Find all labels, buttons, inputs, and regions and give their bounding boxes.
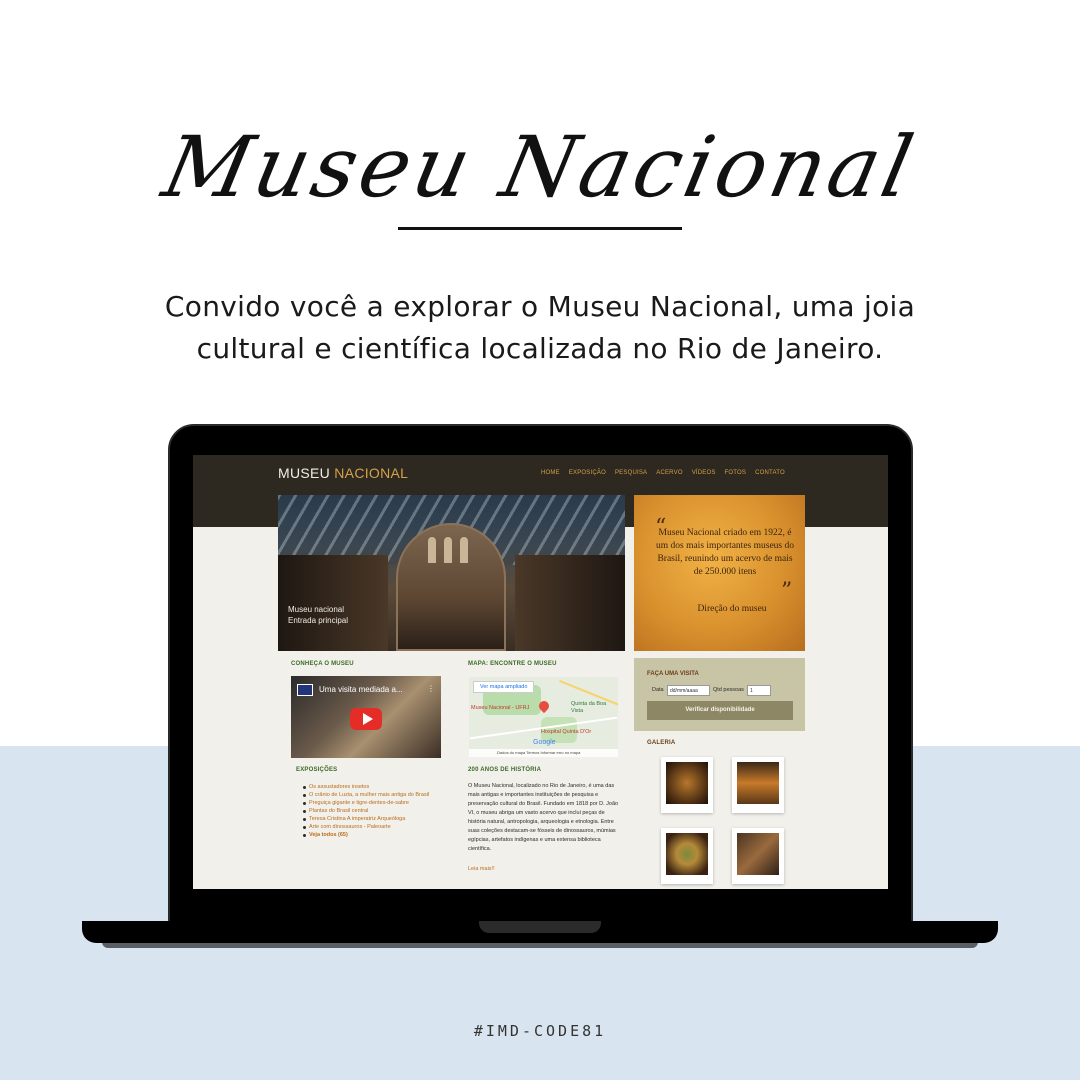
map-footer[interactable]: Dados do mapa Termos Informar erro no ma… <box>469 749 618 757</box>
google-logo: Google <box>533 739 556 746</box>
map-label-hospital: Hospital Quinta D'Or <box>541 729 592 735</box>
nav-videos[interactable]: VÍDEOS <box>692 470 716 476</box>
gallery-photo <box>737 762 779 804</box>
gallery-thumbnail[interactable] <box>661 828 713 884</box>
hero-window <box>428 537 436 563</box>
hero-caption-line2: Entrada principal <box>288 616 349 625</box>
site-logo[interactable]: MUSEU NACIONAL <box>278 465 408 481</box>
logo-main: MUSEU <box>278 465 331 481</box>
exhibition-link[interactable]: Os assustadores insetos <box>303 783 449 791</box>
logo-accent: NACIONAL <box>334 465 409 481</box>
play-icon <box>363 713 373 725</box>
title-underline <box>398 227 682 230</box>
hero-caption: Museu nacional Entrada principal <box>288 604 348 626</box>
section-title-exposicoes: EXPOSIÇÕES <box>296 767 338 773</box>
laptop-notch <box>479 921 601 933</box>
section-title-mapa: MAPA: ENCONTRE O MUSEU <box>468 661 557 667</box>
history-text: O Museu Nacional, localizado no Rio de J… <box>468 783 619 852</box>
hero-window <box>460 537 468 563</box>
exhibition-link[interactable]: Preguiça gigante e tigre-dentes-de-sabre <box>303 799 449 807</box>
visit-date-field[interactable]: dd/mm/aaaa <box>667 685 710 696</box>
intro-text: Convido você a explorar o Museu Nacional… <box>164 290 916 365</box>
visit-date-label: Data <box>652 687 664 693</box>
gallery-photo <box>666 833 708 875</box>
video-title[interactable]: Uma visita mediada a... <box>319 685 403 694</box>
page-title: Museu Nacional <box>155 118 925 216</box>
channel-icon <box>297 684 313 696</box>
hashtag: #IMD-CODE81 <box>473 1022 607 1040</box>
check-availability-button[interactable]: Verificar disponibilidade <box>647 701 793 720</box>
hero-window <box>444 537 452 563</box>
gallery-thumbnail[interactable] <box>661 757 713 813</box>
quote-box: “ Museu Nacional criado em 1922, é um do… <box>634 495 805 651</box>
gallery-photo <box>666 762 708 804</box>
map-label-quinta: Quinta da Boa Vista <box>571 701 607 714</box>
exhibition-link[interactable]: O crânio de Luzia, a mulher mais antiga … <box>303 791 449 799</box>
gallery-photo <box>737 833 779 875</box>
exhibitions-list: Os assustadores insetos O crânio de Luzi… <box>303 783 449 839</box>
nav-pesquisa[interactable]: PESQUISA <box>615 470 647 476</box>
nav-contato[interactable]: CONTATO <box>755 470 785 476</box>
nav-acervo[interactable]: ACERVO <box>656 470 682 476</box>
section-title-historia: 200 ANOS DE HISTÓRIA <box>468 767 542 773</box>
quote-close-icon: ” <box>781 579 793 604</box>
quote-author: Direção do museu <box>697 604 767 614</box>
hero-image: Museu nacional Entrada principal <box>278 495 625 651</box>
gallery-thumbnail[interactable] <box>732 828 784 884</box>
section-title-conheca: CONHEÇA O MUSEU <box>291 661 354 667</box>
hero-side-left <box>278 555 388 651</box>
hero-caption-line1: Museu nacional <box>288 605 345 614</box>
quote-text: Museu Nacional criado em 1922, é um dos … <box>655 528 794 577</box>
exhibition-link[interactable]: Plantas do Brasil central <box>303 807 449 815</box>
hero-side-right <box>515 555 625 651</box>
visit-title: FAÇA UMA VISITA <box>647 671 699 677</box>
nav-fotos[interactable]: FOTOS <box>725 470 747 476</box>
visit-qty-label: Qtd pessoas <box>713 687 744 693</box>
exhibition-link[interactable]: Arte com dinossauros - Paleoarte <box>303 823 449 831</box>
more-options-icon[interactable]: ⋮ <box>427 684 435 693</box>
nav-exposicao[interactable]: EXPOSIÇÃO <box>569 470 606 476</box>
main-nav: HOME EXPOSIÇÃO PESQUISA ACERVO VÍDEOS FO… <box>541 470 785 476</box>
map-label-museu: Museu Nacional - UFRJ <box>471 705 530 711</box>
laptop-screen: MUSEU NACIONAL HOME EXPOSIÇÃO PESQUISA A… <box>193 455 888 889</box>
map-embed[interactable]: Ver mapa ampliado Museu Nacional - UFRJ … <box>469 677 618 757</box>
gallery-thumbnail[interactable] <box>732 757 784 813</box>
visit-booking-box: FAÇA UMA VISITA Data dd/mm/aaaa Qtd pess… <box>634 658 805 731</box>
exhibition-link[interactable]: Teresa Cristina A imperatriz Arqueóloga <box>303 815 449 823</box>
visit-qty-field[interactable]: 1 <box>747 685 771 696</box>
map-enlarge-button[interactable]: Ver mapa ampliado <box>473 681 535 693</box>
video-player[interactable]: Uma visita mediada a... ⋮ <box>291 676 441 758</box>
section-title-galeria: GALERIA <box>647 740 676 746</box>
see-all-link[interactable]: Veja todos (65) <box>303 831 449 839</box>
nav-home[interactable]: HOME <box>541 470 560 476</box>
read-more-link[interactable]: Leia mais!! <box>468 866 495 872</box>
